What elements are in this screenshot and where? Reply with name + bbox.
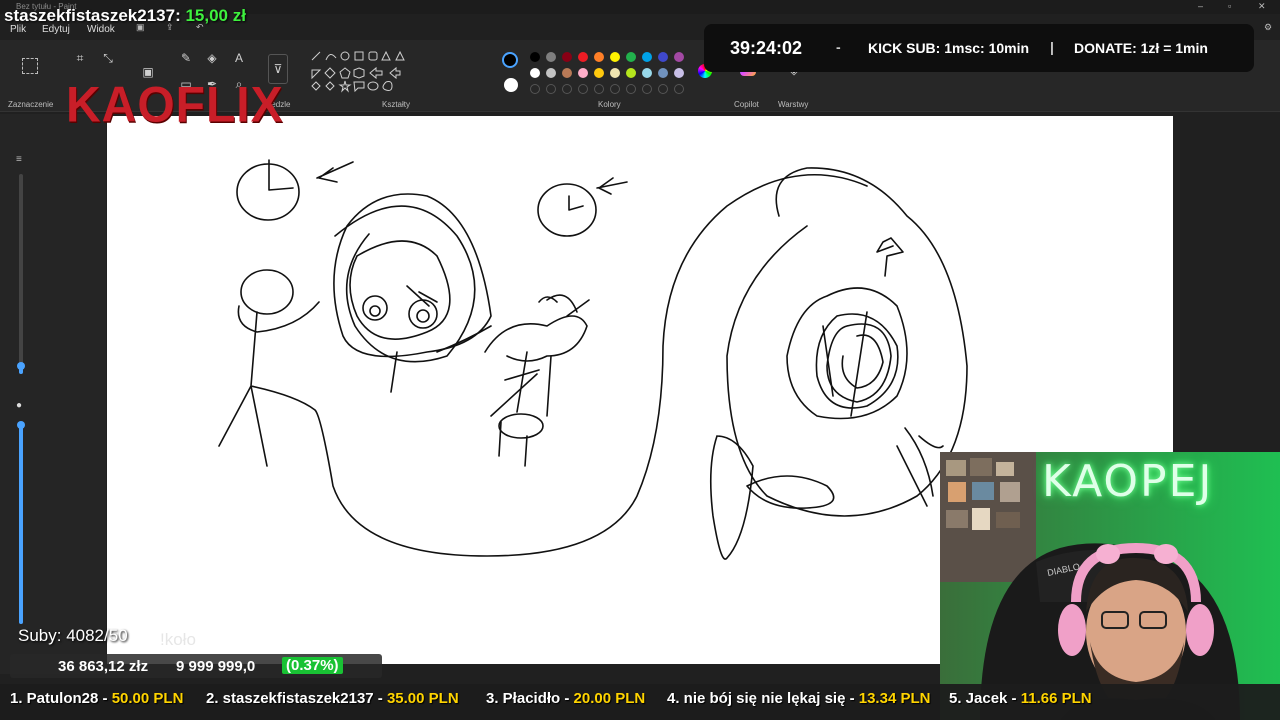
ticker-item: 5. Jacek - 11.66 PLN <box>949 690 1092 707</box>
shapes-gallery[interactable] <box>308 50 418 98</box>
color-swatch[interactable] <box>562 84 572 94</box>
resize-icon[interactable]: ⤡ <box>100 50 116 66</box>
screen: Bez tytułu - Paint – ▫ ✕ Plik Edytuj Wid… <box>0 0 1280 720</box>
ticker-item: 3. Płacidło - 20.00 PLN <box>486 690 646 707</box>
color-swatch[interactable] <box>610 84 620 94</box>
color-swatch[interactable] <box>642 84 652 94</box>
color-swatch[interactable] <box>674 52 684 62</box>
color-swatch[interactable] <box>626 84 636 94</box>
color-swatch[interactable] <box>578 84 588 94</box>
tool-panel: ≡ ● <box>0 114 106 674</box>
color-swatch[interactable] <box>530 84 540 94</box>
secondary-color[interactable] <box>504 78 518 92</box>
rate-separator: | <box>1050 39 1054 55</box>
color-swatch[interactable] <box>546 68 556 78</box>
color-swatch[interactable] <box>562 52 572 62</box>
minimize-icon[interactable]: – <box>1198 1 1203 11</box>
settings-icon[interactable]: ⚙ <box>1264 22 1272 33</box>
color-swatch[interactable] <box>658 52 668 62</box>
donor-name: staszekfistaszek2137: <box>4 6 181 25</box>
goal-target: 9 999 999,0 <box>176 658 256 675</box>
goal-current: 36 863,12 złz <box>58 658 149 675</box>
color-swatch[interactable] <box>562 68 572 78</box>
brush-size-slider[interactable] <box>17 174 25 374</box>
webcam-feed: DIABLO KAOPEJ <box>940 452 1280 720</box>
subathon-timer: 39:24:02 <box>730 38 803 58</box>
color-swatch[interactable] <box>594 52 604 62</box>
subathon-timer-bar: 39:24:02 - KICK SUB: 1msc: 10min | DONAT… <box>704 24 1254 72</box>
top-donors-ticker: 1. Patulon28 - 50.00 PLN 2. staszekfista… <box>0 684 1280 720</box>
timer-separator: - <box>836 39 841 55</box>
color-swatch[interactable] <box>578 68 588 78</box>
color-swatch[interactable] <box>674 84 684 94</box>
color-swatch[interactable] <box>546 52 556 62</box>
color-swatch[interactable] <box>610 52 620 62</box>
text-icon[interactable]: A <box>231 50 247 66</box>
size-icon: ≡ <box>16 154 22 165</box>
color-swatch[interactable] <box>658 84 668 94</box>
ticker-item: 1. Patulon28 - 50.00 PLN <box>10 690 184 707</box>
color-swatch[interactable] <box>658 68 668 78</box>
color-swatch[interactable] <box>594 68 604 78</box>
color-swatch[interactable] <box>642 52 652 62</box>
channel-logo: KAOFLIX <box>66 77 284 134</box>
opacity-slider[interactable] <box>17 421 25 624</box>
goal-percent: (0.37%) <box>282 657 343 674</box>
crop-icon[interactable]: ⌗ <box>72 50 88 66</box>
group-label-layers: Warstwy <box>778 100 809 109</box>
color-swatch[interactable] <box>626 52 636 62</box>
donation-amount: 15,00 zł <box>185 6 246 25</box>
pencil-icon[interactable]: ✎ <box>178 50 194 66</box>
opacity-icon: ● <box>16 400 23 411</box>
color-swatch[interactable] <box>546 84 556 94</box>
fill-icon[interactable]: ◈ <box>204 50 220 66</box>
primary-color[interactable] <box>502 52 518 68</box>
color-swatch[interactable] <box>610 68 620 78</box>
ticker-item: 2. staszekfistaszek2137 - 35.00 PLN <box>206 690 459 707</box>
color-swatch[interactable] <box>578 52 588 62</box>
sub-counter: Suby: 4082/50 <box>18 626 128 645</box>
group-label-shapes: Kształty <box>382 100 411 109</box>
color-swatch[interactable] <box>626 68 636 78</box>
kick-sub-rate: KICK SUB: 1msc: 10min <box>868 40 1030 56</box>
ticker-item: 4. nie bój się nie lękaj się - 13.34 PLN <box>667 690 931 707</box>
group-label-selection: Zaznaczenie <box>8 100 54 109</box>
group-label-copilot: Copilot <box>734 100 759 109</box>
color-swatch[interactable] <box>642 68 652 78</box>
donate-rate: DONATE: 1zł = 1min <box>1074 40 1208 56</box>
neon-sign: KAOPEJ <box>1042 456 1214 507</box>
maximize-icon[interactable]: ▫ <box>1228 1 1231 11</box>
wheel-command: !koło <box>160 630 196 649</box>
group-label-colors: Kolory <box>598 100 621 109</box>
close-icon[interactable]: ✕ <box>1258 1 1266 12</box>
donation-goal-bar: 36 863,12 złz 9 999 999,0 (0.37%) <box>10 654 382 678</box>
donation-alert: staszekfistaszek2137: 15,00 zł <box>4 6 246 26</box>
color-swatch[interactable] <box>594 84 604 94</box>
select-tool[interactable] <box>22 58 38 74</box>
color-swatch[interactable] <box>530 68 540 78</box>
color-swatch[interactable] <box>530 52 540 62</box>
color-swatch[interactable] <box>674 68 684 78</box>
